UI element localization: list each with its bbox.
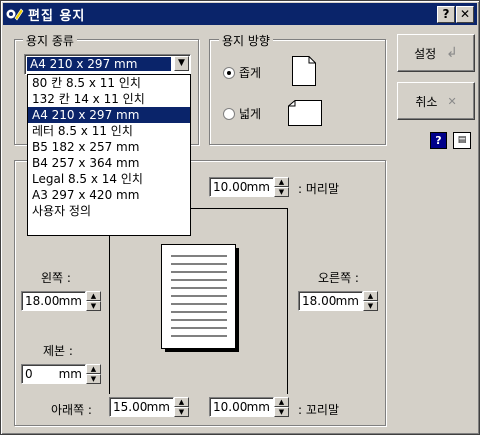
paper-type-combo[interactable]: A4 210 x 297 mm ▼ bbox=[24, 54, 191, 75]
portrait-label: 좁게 bbox=[239, 66, 262, 80]
right-margin-spinner[interactable]: 18.00 mm ▲ ▼ bbox=[298, 291, 378, 311]
ok-label: 설정 bbox=[414, 46, 437, 61]
left-margin-label: 왼쪽 : bbox=[41, 271, 71, 285]
spin-up-icon[interactable]: ▲ bbox=[86, 291, 101, 301]
paper-type-label: 용지 종류 bbox=[23, 32, 77, 49]
title-bar: 편집 용지 ? ✕ bbox=[3, 3, 477, 25]
cancel-label: 취소 bbox=[415, 94, 438, 109]
paper-type-option[interactable]: A3 297 x 420 mm bbox=[28, 187, 190, 203]
paper-type-option[interactable]: 80 칸 8.5 x 11 인치 bbox=[28, 75, 190, 91]
binding-margin-spinner[interactable]: 0 mm ▲ ▼ bbox=[21, 364, 101, 384]
ok-button[interactable]: 설정 ↲ bbox=[397, 34, 475, 72]
bottom-margin-spinner[interactable]: 15.00 mm ▲ ▼ bbox=[109, 397, 189, 417]
enter-arrow-icon: ↲ bbox=[446, 45, 458, 61]
left-margin-spinner[interactable]: 18.00 mm ▲ ▼ bbox=[21, 291, 101, 311]
spin-up-icon[interactable]: ▲ bbox=[363, 291, 378, 301]
bottom-margin-arrows[interactable]: ▲ ▼ bbox=[174, 397, 189, 417]
binding-margin-label: 제본 : bbox=[43, 344, 73, 358]
header-margin-spinner[interactable]: 10.00 mm ▲ ▼ bbox=[209, 177, 289, 197]
paper-type-option[interactable]: A4 210 x 297 mm bbox=[28, 107, 190, 123]
orientation-label: 용지 방향 bbox=[219, 32, 273, 49]
window-title: 편집 용지 bbox=[28, 8, 86, 24]
portrait-radio[interactable] bbox=[223, 67, 235, 79]
binding-margin-input[interactable]: 0 mm bbox=[21, 364, 86, 384]
footer-margin-spinner[interactable]: 10.00 mm ▲ ▼ bbox=[209, 397, 289, 417]
footer-margin-arrows[interactable]: ▲ ▼ bbox=[274, 397, 289, 417]
cancel-x-icon: ✕ bbox=[447, 94, 457, 108]
spin-down-icon[interactable]: ▼ bbox=[174, 407, 189, 417]
cancel-button[interactable]: 취소 ✕ bbox=[397, 82, 475, 120]
bottom-margin-label: 아래쪽 : bbox=[51, 403, 92, 417]
paper-type-list[interactable]: 80 칸 8.5 x 11 인치 132 칸 14 x 11 인치 A4 210 x… bbox=[27, 74, 191, 236]
spin-up-icon[interactable]: ▲ bbox=[274, 177, 289, 187]
close-button[interactable]: ✕ bbox=[456, 6, 474, 23]
bottom-margin-input[interactable]: 15.00 mm bbox=[109, 397, 174, 417]
spin-down-icon[interactable]: ▼ bbox=[274, 407, 289, 417]
right-margin-arrows[interactable]: ▲ ▼ bbox=[363, 291, 378, 311]
landscape-paper-icon bbox=[288, 100, 322, 126]
help-icon[interactable]: ? bbox=[430, 132, 447, 149]
paper-type-option[interactable]: 레터 8.5 x 11 인치 bbox=[28, 123, 190, 139]
context-help-icon[interactable]: ▤ bbox=[453, 132, 471, 149]
help-title-button[interactable]: ? bbox=[437, 6, 455, 23]
spin-down-icon[interactable]: ▼ bbox=[86, 374, 101, 384]
spin-down-icon[interactable]: ▼ bbox=[274, 187, 289, 197]
landscape-radio[interactable] bbox=[223, 108, 235, 120]
paper-type-option[interactable]: B4 257 x 364 mm bbox=[28, 155, 190, 171]
left-margin-input[interactable]: 18.00 mm bbox=[21, 291, 86, 311]
spin-down-icon[interactable]: ▼ bbox=[86, 301, 101, 311]
header-margin-input[interactable]: 10.00 mm bbox=[209, 177, 274, 197]
header-margin-arrows[interactable]: ▲ ▼ bbox=[274, 177, 289, 197]
paper-type-option[interactable]: B5 182 x 257 mm bbox=[28, 139, 190, 155]
portrait-paper-icon bbox=[292, 56, 316, 86]
dropdown-arrow-icon[interactable]: ▼ bbox=[174, 56, 189, 71]
landscape-label: 넓게 bbox=[239, 107, 262, 121]
footer-margin-label: : 꼬리말 bbox=[298, 403, 339, 417]
header-margin-label: : 머리말 bbox=[298, 182, 339, 196]
paper-type-option[interactable]: 사용자 정의 bbox=[28, 203, 190, 219]
paper-type-option[interactable]: 132 칸 14 x 11 인치 bbox=[28, 91, 190, 107]
paper-type-selected: A4 210 x 297 mm bbox=[27, 57, 171, 71]
paper-type-option[interactable]: Legal 8.5 x 14 인치 bbox=[28, 171, 190, 187]
spin-up-icon[interactable]: ▲ bbox=[174, 397, 189, 407]
orientation-group bbox=[209, 39, 386, 145]
edit-paper-dialog: 편집 용지 ? ✕ 용지 종류 용지 방향 좁게 넓게 설정 ↲ 취소 ✕ ? … bbox=[0, 0, 480, 435]
app-icon bbox=[6, 8, 24, 21]
footer-margin-input[interactable]: 10.00 mm bbox=[209, 397, 274, 417]
binding-margin-arrows[interactable]: ▲ ▼ bbox=[86, 364, 101, 384]
spin-up-icon[interactable]: ▲ bbox=[274, 397, 289, 407]
page-preview-icon bbox=[161, 244, 239, 352]
right-margin-label: 오른쪽 : bbox=[318, 271, 359, 285]
left-margin-arrows[interactable]: ▲ ▼ bbox=[86, 291, 101, 311]
spin-up-icon[interactable]: ▲ bbox=[86, 364, 101, 374]
spin-down-icon[interactable]: ▼ bbox=[363, 301, 378, 311]
right-margin-input[interactable]: 18.00 mm bbox=[298, 291, 363, 311]
